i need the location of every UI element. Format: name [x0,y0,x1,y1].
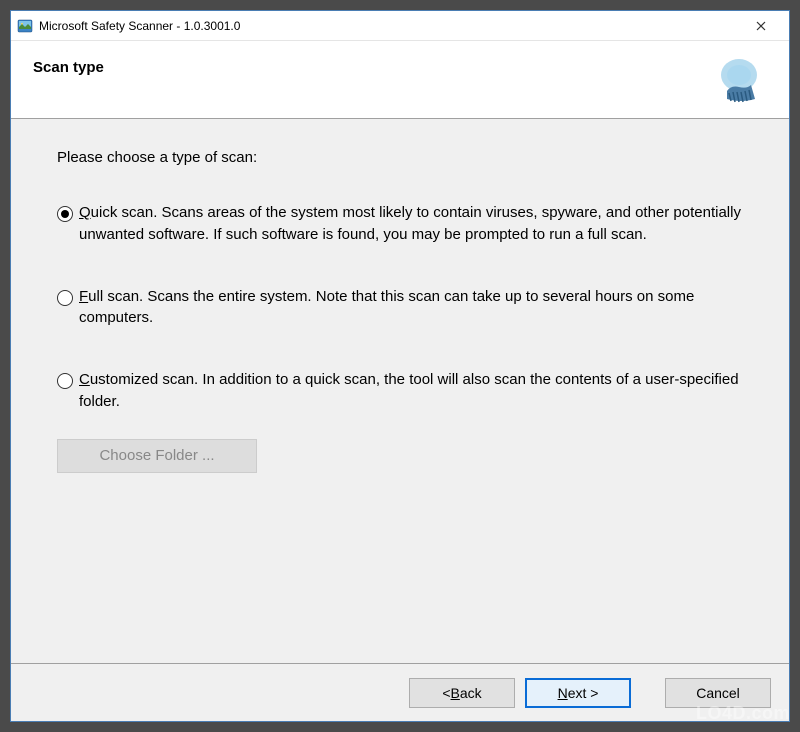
wizard-footer: < Back Next > Cancel [11,663,789,721]
prompt-text: Please choose a type of scan: [57,149,743,166]
back-button[interactable]: < Back [409,678,515,708]
page-title: Scan type [33,59,104,76]
option-quick-scan[interactable]: Quick scan. Scans areas of the system mo… [57,202,743,246]
next-button[interactable]: Next > [525,678,631,708]
option-customized-scan[interactable]: Customized scan. In addition to a quick … [57,369,743,413]
titlebar: Microsoft Safety Scanner - 1.0.3001.0 [11,11,789,41]
window-title: Microsoft Safety Scanner - 1.0.3001.0 [39,19,741,33]
option-full-scan[interactable]: Full scan. Scans the entire system. Note… [57,286,743,330]
app-icon [17,18,33,34]
close-button[interactable] [741,12,781,40]
option-quick-scan-label: Quick scan. Scans areas of the system mo… [79,202,743,246]
radio-full-scan[interactable] [57,290,73,306]
choose-folder-button: Choose Folder ... [57,439,257,473]
wizard-header: Scan type [11,41,789,119]
radio-quick-scan[interactable] [57,206,73,222]
option-customized-scan-label: Customized scan. In addition to a quick … [79,369,743,413]
radio-customized-scan[interactable] [57,373,73,389]
window: Microsoft Safety Scanner - 1.0.3001.0 Sc… [10,10,790,722]
scanner-icon [711,55,767,111]
option-full-scan-label: Full scan. Scans the entire system. Note… [79,286,743,330]
content-area: Please choose a type of scan: Quick scan… [11,119,789,663]
cancel-button[interactable]: Cancel [665,678,771,708]
